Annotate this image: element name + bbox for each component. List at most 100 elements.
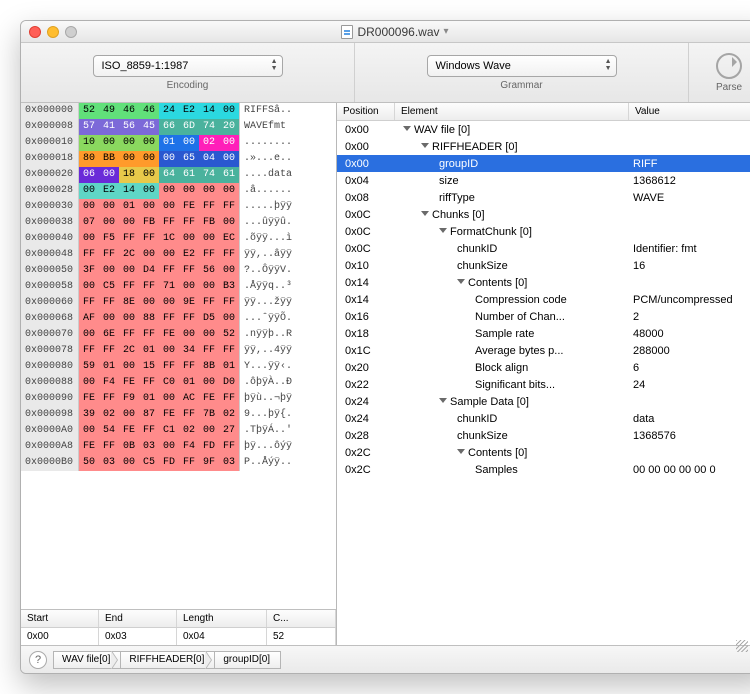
tree-row[interactable]: 0x00WAV file [0]	[337, 121, 750, 138]
hex-byte[interactable]: FF	[219, 199, 239, 215]
hex-byte[interactable]: 27	[219, 423, 239, 439]
disclosure-triangle-icon[interactable]	[457, 449, 465, 454]
hex-byte[interactable]: F5	[99, 231, 119, 247]
hex-byte[interactable]: FF	[99, 247, 119, 263]
hex-byte[interactable]: FF	[179, 263, 199, 279]
hex-byte[interactable]: 00	[139, 199, 159, 215]
hex-byte[interactable]: FF	[99, 391, 119, 407]
hex-byte[interactable]: 00	[139, 135, 159, 151]
disclosure-triangle-icon[interactable]	[457, 279, 465, 284]
hex-byte[interactable]: 00	[159, 183, 179, 199]
hex-byte[interactable]: 00	[119, 135, 139, 151]
tree-row[interactable]: 0x2CSamples00 00 00 00 00 0	[337, 461, 750, 478]
tree-row[interactable]: 0x0CChunks [0]	[337, 206, 750, 223]
hex-byte[interactable]: 00	[99, 199, 119, 215]
tree-row[interactable]: 0x24Sample Data [0]	[337, 393, 750, 410]
hex-byte[interactable]: 01	[219, 359, 239, 375]
hex-byte[interactable]: 49	[99, 103, 119, 119]
hex-byte[interactable]: 39	[79, 407, 99, 423]
hex-byte[interactable]: 00	[119, 359, 139, 375]
hex-byte[interactable]: 00	[219, 263, 239, 279]
hex-byte[interactable]: 14	[119, 183, 139, 199]
hex-row[interactable]: 0x00002800E2140000000000.â......	[21, 183, 336, 199]
hex-byte[interactable]: 00	[179, 327, 199, 343]
hex-byte[interactable]: FE	[159, 327, 179, 343]
hex-byte[interactable]: 00	[119, 311, 139, 327]
hex-byte[interactable]: 00	[159, 391, 179, 407]
hex-byte[interactable]: FF	[219, 343, 239, 359]
tree-hdr-position[interactable]: Position	[337, 103, 395, 120]
hex-byte[interactable]: 00	[139, 247, 159, 263]
hex-byte[interactable]: 6D	[179, 119, 199, 135]
hex-byte[interactable]: FF	[199, 199, 219, 215]
hex-byte[interactable]: FE	[119, 423, 139, 439]
hex-byte[interactable]: 74	[199, 167, 219, 183]
hex-byte[interactable]: 02	[99, 407, 119, 423]
hex-row[interactable]: 0x000070006EFFFFFE000052.nÿÿþ..R	[21, 327, 336, 343]
hex-byte[interactable]: 8B	[199, 359, 219, 375]
hex-byte[interactable]: 88	[139, 311, 159, 327]
hex-row[interactable]: 0x0000300000010000FEFFFF.....þÿÿ	[21, 199, 336, 215]
hex-row[interactable]: 0x000060FFFF8E00009EFFFFÿÿ...žÿÿ	[21, 295, 336, 311]
hex-byte[interactable]: 00	[119, 455, 139, 471]
hex-byte[interactable]: FF	[139, 327, 159, 343]
hex-byte[interactable]: FF	[199, 295, 219, 311]
hex-byte[interactable]: C5	[99, 279, 119, 295]
hex-row[interactable]: 0x0000101000000001000200........	[21, 135, 336, 151]
parse-button[interactable]	[716, 53, 742, 79]
tree-row[interactable]: 0x00groupIDRIFF	[337, 155, 750, 172]
hex-byte[interactable]: FF	[139, 375, 159, 391]
hex-byte[interactable]: 03	[139, 439, 159, 455]
hex-byte[interactable]: 00	[79, 183, 99, 199]
tree-view[interactable]: 0x00WAV file [0]0x00RIFFHEADER [0]0x00gr…	[337, 121, 750, 645]
tree-row[interactable]: 0x14Compression codePCM/uncompressed	[337, 291, 750, 308]
tree-row[interactable]: 0x28chunkSize1368576	[337, 427, 750, 444]
hex-byte[interactable]: FF	[99, 439, 119, 455]
hex-byte[interactable]: 00	[99, 167, 119, 183]
tree-row[interactable]: 0x04size1368612	[337, 172, 750, 189]
hex-byte[interactable]: AF	[79, 311, 99, 327]
hex-row[interactable]: 0x00008059010015FFFF8B01Y...ÿÿ‹.	[21, 359, 336, 375]
hex-row[interactable]: 0x00000857415645666D7420WAVEfmt	[21, 119, 336, 135]
hex-byte[interactable]: FF	[219, 295, 239, 311]
hex-byte[interactable]: 52	[79, 103, 99, 119]
hex-byte[interactable]: 1C	[159, 231, 179, 247]
hex-row[interactable]: 0x000048FFFF2C0000E2FFFFÿÿ,..âÿÿ	[21, 247, 336, 263]
hex-byte[interactable]: FF	[79, 295, 99, 311]
hex-row[interactable]: 0x0000005249464624E21400RIFFSâ..	[21, 103, 336, 119]
hex-byte[interactable]: 00	[159, 439, 179, 455]
hex-byte[interactable]: EC	[219, 231, 239, 247]
hex-byte[interactable]: 57	[79, 119, 99, 135]
hex-byte[interactable]: 02	[199, 135, 219, 151]
hex-byte[interactable]: FF	[139, 231, 159, 247]
hex-byte[interactable]: E2	[179, 103, 199, 119]
hex-byte[interactable]: FF	[159, 311, 179, 327]
hex-byte[interactable]: 00	[219, 151, 239, 167]
hex-byte[interactable]: 14	[199, 103, 219, 119]
hex-byte[interactable]: FF	[99, 295, 119, 311]
hex-byte[interactable]: FE	[179, 199, 199, 215]
hex-byte[interactable]: 54	[99, 423, 119, 439]
hex-byte[interactable]: 00	[139, 151, 159, 167]
hex-byte[interactable]: 01	[99, 359, 119, 375]
hex-byte[interactable]: BB	[99, 151, 119, 167]
encoding-select[interactable]: ISO_8859-1:1987 ▲▼	[93, 55, 283, 77]
hex-row[interactable]: 0x0000503F0000D4FFFF5600?..ÔÿÿV.	[21, 263, 336, 279]
title-dropdown-icon[interactable]: ▾	[444, 26, 449, 37]
hex-byte[interactable]: D0	[219, 375, 239, 391]
disclosure-triangle-icon[interactable]	[403, 126, 411, 131]
hex-byte[interactable]: F4	[179, 439, 199, 455]
titlebar[interactable]: DR000096.wav ▾	[21, 21, 750, 43]
hex-byte[interactable]: 15	[139, 359, 159, 375]
hex-byte[interactable]: 46	[139, 103, 159, 119]
hex-byte[interactable]: 00	[79, 199, 99, 215]
hex-byte[interactable]: 00	[179, 135, 199, 151]
hex-byte[interactable]: 01	[119, 199, 139, 215]
hex-byte[interactable]: 02	[179, 423, 199, 439]
hex-byte[interactable]: 00	[219, 135, 239, 151]
hex-byte[interactable]: 00	[119, 215, 139, 231]
hex-byte[interactable]: 00	[99, 215, 119, 231]
hex-byte[interactable]: 00	[219, 183, 239, 199]
hex-row[interactable]: 0x000068AF000088FFFFD500...ˆÿÿÕ.	[21, 311, 336, 327]
hex-byte[interactable]: 00	[179, 183, 199, 199]
